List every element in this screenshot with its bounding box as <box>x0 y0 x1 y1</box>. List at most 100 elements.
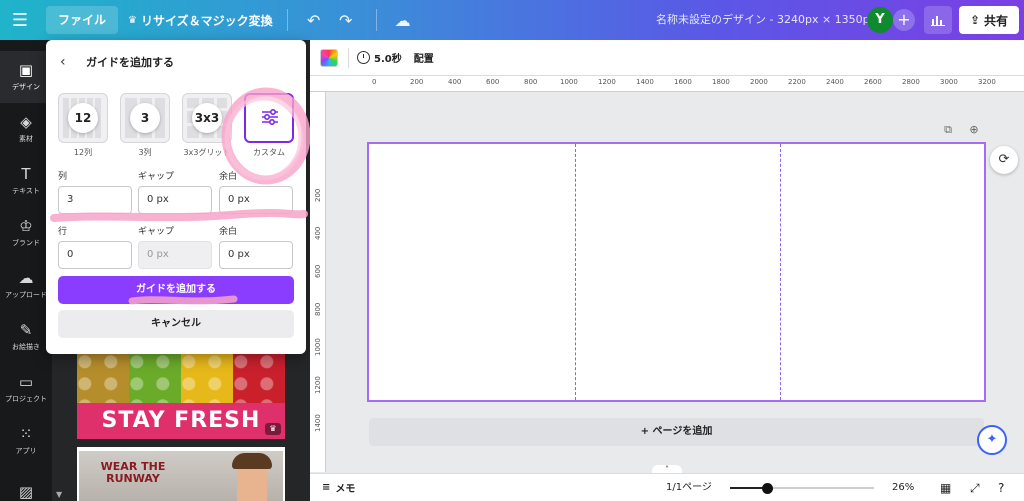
magic-assistant-icon[interactable]: ✦ <box>977 425 1007 455</box>
rail-item-text[interactable]: T テキスト <box>0 155 52 207</box>
columns-input[interactable]: 3 <box>58 186 132 214</box>
ruler-tick: 2800 <box>902 78 920 86</box>
template-title: STAY FRESH <box>77 403 285 439</box>
insights-button[interactable] <box>924 6 952 34</box>
zoom-level[interactable]: 26% <box>892 474 914 501</box>
template-title: WEAR THE RUNWAY <box>100 460 166 485</box>
ruler-tick: 1200 <box>314 376 322 394</box>
preset-12-columns[interactable]: 12 <box>58 93 108 143</box>
rows-gap-input: 0 px <box>138 241 212 269</box>
preset-3-columns[interactable]: 3 <box>120 93 170 143</box>
apps-grid-icon: ⁙ <box>19 425 33 443</box>
file-menu-button[interactable]: ファイル <box>46 6 119 34</box>
template-thumbnail-stay-fresh[interactable]: STAY FRESH ♛ <box>77 353 285 439</box>
fruit-photo <box>77 353 285 403</box>
timer-button[interactable]: 5.0秒 <box>357 50 402 65</box>
ruler-tick: 1800 <box>712 78 730 86</box>
rail-item-brand[interactable]: ♔ ブランド <box>0 207 52 259</box>
rail-label: アップロード <box>5 291 47 299</box>
bottom-bar: ≡ メモ 1/1ページ 26% ▦ ⤢ ? <box>310 473 1024 501</box>
columns-gap-label: ギャップ <box>138 172 175 182</box>
menu-icon[interactable]: ☰ <box>0 0 40 40</box>
rail-item-upload[interactable]: ☁ アップロード <box>0 259 52 311</box>
draw-icon: ✎ <box>19 321 33 339</box>
timer-label: 5.0秒 <box>374 54 402 65</box>
design-icon: ▣ <box>18 61 34 79</box>
add-page-icon[interactable]: ⊕ <box>967 123 981 137</box>
sliders-icon <box>259 108 281 130</box>
column-guide <box>780 144 781 400</box>
preset-label: カスタム <box>253 148 285 157</box>
ruler-tick: 2000 <box>750 78 768 86</box>
comment-icon[interactable]: ⟳ <box>990 146 1018 174</box>
add-guides-button[interactable]: ガイドを追加する <box>58 276 294 304</box>
top-bar: ☰ ファイル ♛ リサイズ＆マジック変換 ↶ ↷ ☁ 名称未設定のデザイン - … <box>0 0 1024 40</box>
rail-item-draw[interactable]: ✎ お絵描き <box>0 311 52 363</box>
redo-icon[interactable]: ↷ <box>330 4 362 36</box>
scroll-down-icon[interactable]: ▼ <box>56 490 62 499</box>
rail-label: ブランド <box>12 239 40 247</box>
design-title[interactable]: 名称未設定のデザイン - 3240px × 1350px <box>656 0 876 40</box>
left-rail: ▣ デザイン ◈ 素材 T テキスト ♔ ブランド ☁ アップロード ✎ お絵描… <box>0 40 52 501</box>
notes-icon: ≡ <box>322 482 331 493</box>
avatar[interactable]: Y <box>867 7 893 33</box>
design-page[interactable] <box>367 142 986 402</box>
share-icon: ⇪ <box>969 13 981 27</box>
rail-item-apps[interactable]: ⁙ アプリ <box>0 415 52 467</box>
add-page-button[interactable]: + ページを追加 <box>369 418 984 446</box>
rows-label: 行 <box>58 227 68 237</box>
elements-icon: ◈ <box>20 113 32 131</box>
rail-item-photos[interactable]: ▨ <box>0 467 52 501</box>
template-thumbnail-wear-the-runway[interactable]: WEAR THE RUNWAY <box>77 447 285 501</box>
crown-icon: ♛ <box>265 423 281 435</box>
preset-label: 12列 <box>73 148 93 157</box>
ruler-tick: 800 <box>524 78 538 86</box>
model-hair <box>232 453 272 469</box>
notes-label: メモ <box>335 484 356 495</box>
background-color-button[interactable] <box>320 48 338 67</box>
popup-title: ガイドを追加する <box>86 56 174 69</box>
columns-margin-input[interactable]: 0 px <box>219 186 293 214</box>
columns-gap-input[interactable]: 0 px <box>138 186 212 214</box>
preset-label: 3x3グリッド <box>183 148 231 157</box>
upload-icon: ☁ <box>18 269 34 287</box>
preset-3x3-grid[interactable]: 3x3 <box>182 93 232 143</box>
cloud-sync-icon[interactable]: ☁ <box>387 4 419 36</box>
crown-icon: ♛ <box>128 14 137 26</box>
notes-button[interactable]: ≡ メモ <box>322 480 355 495</box>
share-button[interactable]: ⇪ 共有 <box>959 6 1019 34</box>
rail-item-elements[interactable]: ◈ 素材 <box>0 103 52 155</box>
preset-custom[interactable] <box>244 93 294 143</box>
rows-input[interactable]: 0 <box>58 241 132 269</box>
image-icon: ▨ <box>18 483 34 501</box>
preset-badge: 12 <box>68 103 98 133</box>
ruler-tick: 1400 <box>636 78 654 86</box>
duplicate-page-icon[interactable]: ⧉ <box>941 123 955 137</box>
rail-label: プロジェクト <box>5 395 47 403</box>
ruler-tick: 1200 <box>598 78 616 86</box>
rail-item-project[interactable]: ▭ プロジェクト <box>0 363 52 415</box>
undo-icon[interactable]: ↶ <box>298 4 330 36</box>
page-counter[interactable]: 1/1ページ <box>666 474 712 501</box>
preset-badge: 3x3 <box>192 103 222 133</box>
resize-button[interactable]: ♛ リサイズ＆マジック変換 <box>128 12 273 29</box>
back-icon[interactable]: ‹ <box>60 54 76 70</box>
cancel-button[interactable]: キャンセル <box>58 310 294 338</box>
rail-item-design[interactable]: ▣ デザイン <box>0 51 52 103</box>
ruler-corner <box>310 76 366 92</box>
text-icon: T <box>21 165 31 183</box>
ruler-tick: 1000 <box>560 78 578 86</box>
help-icon[interactable]: ? <box>998 474 1004 501</box>
zoom-slider[interactable] <box>730 487 874 489</box>
arrange-button[interactable]: 配置 <box>414 50 434 65</box>
columns-label: 列 <box>58 172 68 182</box>
rows-margin-input[interactable]: 0 px <box>219 241 293 269</box>
invite-plus-button[interactable]: + <box>893 9 915 31</box>
ruler-tick: 2600 <box>864 78 882 86</box>
resize-label: リサイズ＆マジック変換 <box>140 13 273 28</box>
ruler-tick: 1000 <box>314 338 322 356</box>
grid-view-icon[interactable]: ▦ <box>940 474 951 501</box>
zoom-slider-knob[interactable] <box>762 483 773 494</box>
fullscreen-icon[interactable]: ⤢ <box>970 474 980 501</box>
popup-header: ‹ ガイドを追加する <box>46 52 306 72</box>
